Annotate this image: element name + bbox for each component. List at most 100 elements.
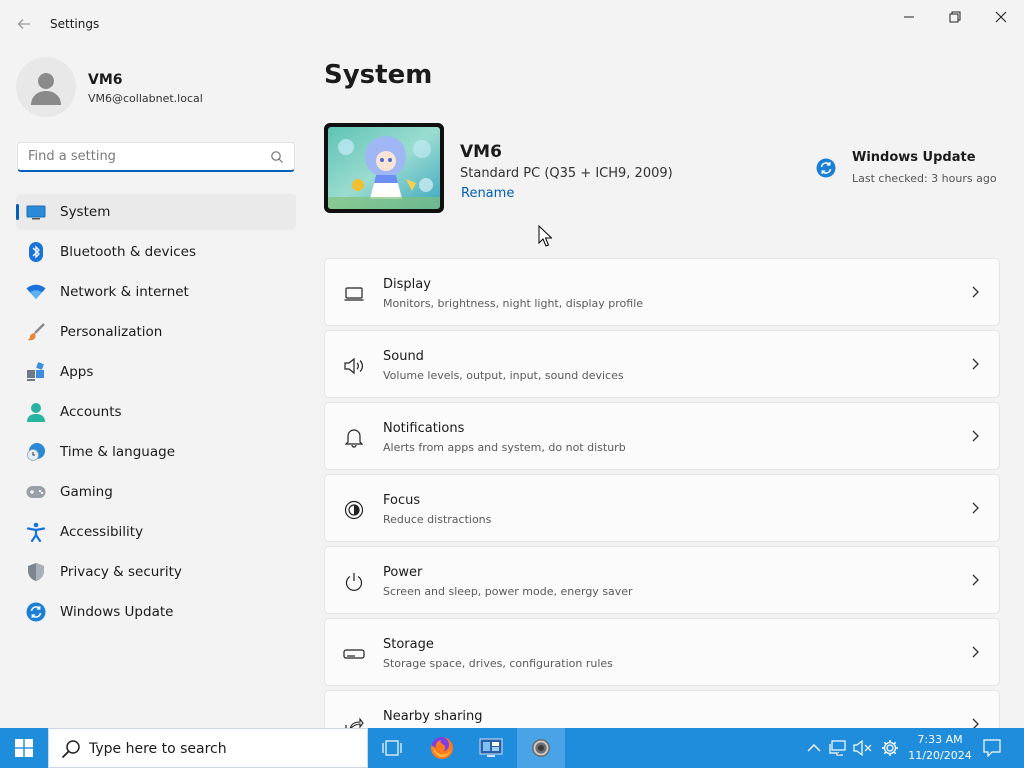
sidebar-item-label: Accounts bbox=[60, 404, 122, 420]
card-subtitle: Screen and sleep, power mode, energy sav… bbox=[383, 585, 633, 598]
card-title: Sound bbox=[383, 349, 424, 364]
sidebar-item-label: System bbox=[60, 204, 111, 220]
taskbar-search-box[interactable]: Type here to search bbox=[48, 728, 368, 768]
sidebar-item-label: Network & internet bbox=[60, 284, 189, 300]
storage-icon bbox=[343, 643, 365, 665]
sidebar-item-gaming[interactable]: Gaming bbox=[16, 474, 296, 510]
task-view-icon bbox=[382, 740, 402, 756]
tray-network-button[interactable] bbox=[828, 738, 848, 758]
close-button[interactable] bbox=[978, 0, 1024, 34]
restore-icon bbox=[949, 11, 961, 23]
control-panel-icon bbox=[479, 738, 503, 757]
device-wallpaper-thumbnail bbox=[324, 123, 444, 213]
brush-icon bbox=[26, 322, 46, 342]
taskbar-search-text: Type here to search bbox=[89, 741, 227, 757]
sidebar-item-accessibility[interactable]: Accessibility bbox=[16, 514, 296, 550]
firefox-icon bbox=[430, 737, 453, 759]
windows-update-status-icon[interactable] bbox=[816, 158, 836, 178]
wifi-icon bbox=[26, 282, 46, 302]
task-view-button[interactable] bbox=[368, 728, 416, 768]
start-button[interactable] bbox=[0, 728, 48, 768]
search-icon bbox=[61, 740, 80, 759]
sidebar-item-label: Bluetooth & devices bbox=[60, 244, 197, 260]
chevron-right-icon bbox=[972, 646, 979, 658]
sidebar-item-apps[interactable]: Apps bbox=[16, 354, 296, 390]
user-silhouette-icon bbox=[31, 73, 61, 105]
taskbar-app-settings[interactable] bbox=[517, 728, 565, 768]
close-icon bbox=[995, 11, 1007, 23]
setting-card-sound[interactable]: Sound Volume levels, output, input, soun… bbox=[324, 330, 1000, 398]
show-hidden-icons-button[interactable] bbox=[804, 738, 824, 758]
windows-update-status: Last checked: 3 hours ago bbox=[852, 172, 997, 185]
page-title: System bbox=[324, 60, 433, 90]
card-subtitle: Reduce distractions bbox=[383, 513, 492, 526]
taskbar-app-firefox[interactable] bbox=[418, 728, 466, 768]
minimize-button[interactable] bbox=[886, 0, 932, 34]
apps-icon bbox=[26, 362, 46, 382]
chevron-right-icon bbox=[972, 574, 979, 586]
card-title: Focus bbox=[383, 493, 421, 508]
profile-name: VM6 bbox=[88, 72, 123, 88]
avatar[interactable] bbox=[16, 57, 76, 117]
app-title: Settings bbox=[50, 17, 100, 31]
setting-card-focus[interactable]: Focus Reduce distractions bbox=[324, 474, 1000, 542]
chevron-right-icon bbox=[972, 358, 979, 370]
setting-card-storage[interactable]: Storage Storage space, drives, configura… bbox=[324, 618, 1000, 686]
bluetooth-icon bbox=[26, 242, 46, 262]
card-subtitle: Monitors, brightness, night light, displ… bbox=[383, 297, 644, 310]
clock-time: 7:33 AM bbox=[917, 733, 963, 746]
taskbar: Type here to search 7:33 AM 11/20/2024 bbox=[0, 728, 1024, 768]
chevron-up-icon bbox=[807, 744, 821, 752]
clock-globe-icon bbox=[26, 442, 46, 462]
volume-muted-icon bbox=[853, 740, 872, 756]
taskbar-app-control-panel[interactable] bbox=[467, 728, 515, 768]
sidebar-item-label: Time & language bbox=[60, 444, 176, 460]
back-button[interactable] bbox=[12, 12, 36, 36]
tray-volume-button[interactable] bbox=[853, 738, 873, 758]
settings-gear-icon bbox=[532, 739, 550, 757]
minimize-icon bbox=[904, 16, 914, 18]
power-icon bbox=[343, 571, 365, 593]
gear-icon bbox=[882, 740, 898, 756]
arrow-left-icon bbox=[17, 19, 30, 29]
notification-icon bbox=[983, 739, 1001, 757]
windows-logo-icon bbox=[15, 739, 33, 757]
title-bar: Settings bbox=[0, 0, 1024, 48]
device-name: VM6 bbox=[460, 142, 502, 162]
accessibility-icon bbox=[26, 522, 46, 542]
card-subtitle: Volume levels, output, input, sound devi… bbox=[383, 369, 624, 382]
sidebar-item-time-language[interactable]: Time & language bbox=[16, 434, 296, 470]
sidebar-item-personalization[interactable]: Personalization bbox=[16, 314, 296, 350]
restore-button[interactable] bbox=[932, 0, 978, 34]
sidebar-item-system[interactable]: System bbox=[16, 194, 296, 230]
sidebar-item-windows-update[interactable]: Windows Update bbox=[16, 594, 296, 630]
monitor-icon bbox=[343, 283, 365, 305]
search-input[interactable] bbox=[28, 149, 258, 164]
search-box[interactable] bbox=[17, 142, 295, 172]
sidebar-item-accounts[interactable]: Accounts bbox=[16, 394, 296, 430]
sidebar-nav: System Bluetooth & devices Network & int… bbox=[16, 194, 296, 634]
windows-update-title[interactable]: Windows Update bbox=[852, 150, 976, 165]
setting-card-display[interactable]: Display Monitors, brightness, night ligh… bbox=[324, 258, 1000, 326]
card-subtitle: Storage space, drives, configuration rul… bbox=[383, 657, 613, 670]
taskbar-clock[interactable]: 7:33 AM 11/20/2024 bbox=[904, 732, 976, 764]
sidebar-item-label: Gaming bbox=[60, 484, 113, 500]
card-title: Storage bbox=[383, 637, 434, 652]
setting-card-power[interactable]: Power Screen and sleep, power mode, ener… bbox=[324, 546, 1000, 614]
chevron-right-icon bbox=[972, 286, 979, 298]
sidebar-item-bluetooth[interactable]: Bluetooth & devices bbox=[16, 234, 296, 270]
card-subtitle: Alerts from apps and system, do not dist… bbox=[383, 441, 626, 454]
sidebar-item-network[interactable]: Network & internet bbox=[16, 274, 296, 310]
bell-icon bbox=[343, 427, 365, 449]
rename-link[interactable]: Rename bbox=[461, 186, 514, 201]
gamepad-icon bbox=[26, 482, 46, 502]
notification-center-button[interactable] bbox=[982, 738, 1002, 758]
setting-card-notifications[interactable]: Notifications Alerts from apps and syste… bbox=[324, 402, 1000, 470]
sidebar-item-privacy[interactable]: Privacy & security bbox=[16, 554, 296, 590]
card-title: Power bbox=[383, 565, 423, 580]
windows-update-icon bbox=[26, 602, 46, 622]
system-icon bbox=[26, 202, 46, 222]
device-model: Standard PC (Q35 + ICH9, 2009) bbox=[460, 166, 673, 181]
tray-settings-button[interactable] bbox=[880, 738, 900, 758]
settings-list: Display Monitors, brightness, night ligh… bbox=[324, 258, 1000, 762]
